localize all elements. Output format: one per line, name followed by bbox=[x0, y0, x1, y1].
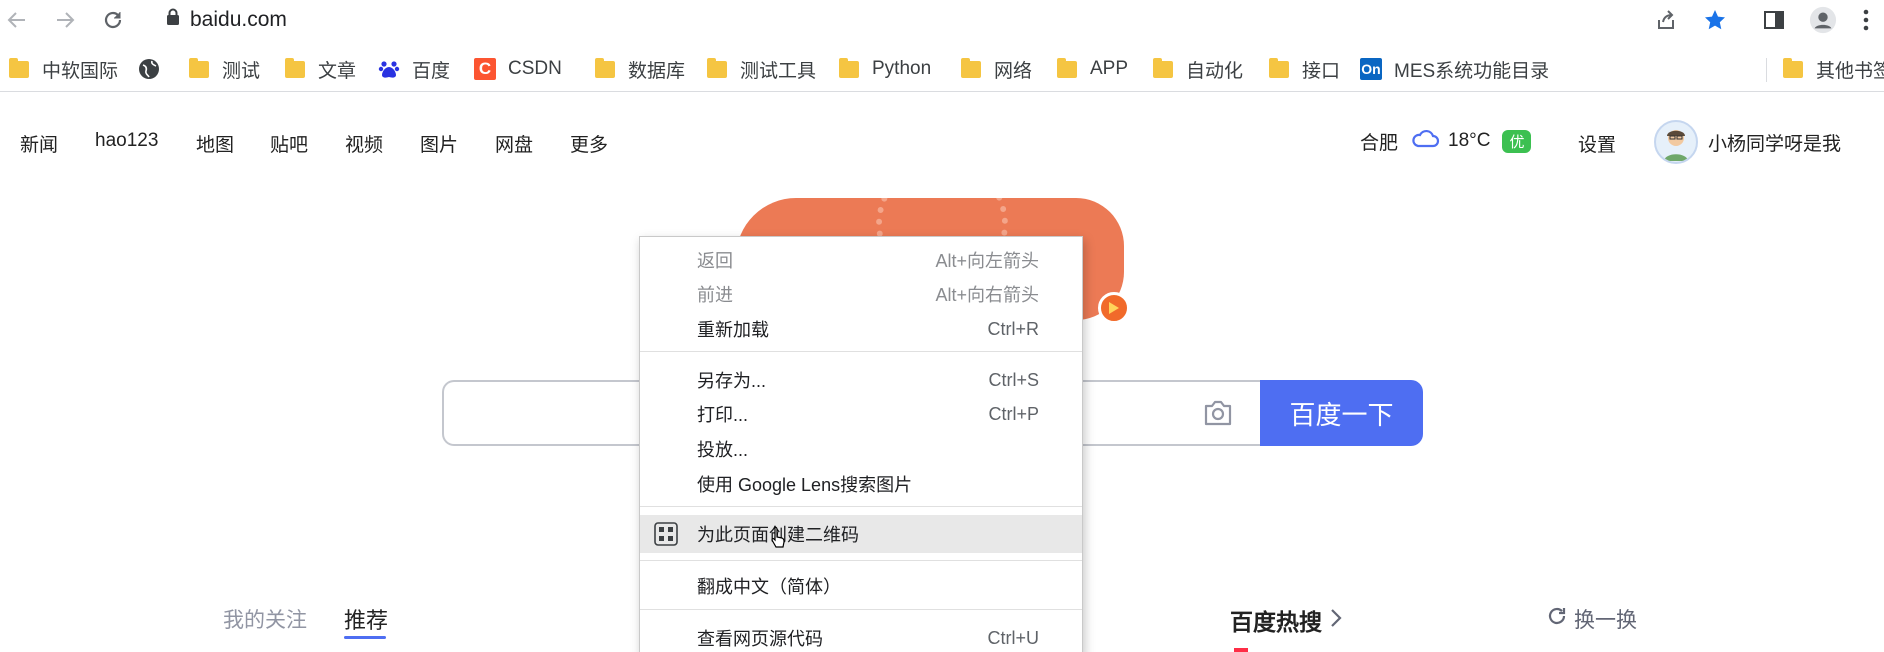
bookmarks-bar: 中软国际 测试 文章 百度 C CSDN 数据库 测试工具 Python 网络 bbox=[0, 46, 1884, 92]
weather-temp: 18°C bbox=[1448, 130, 1491, 151]
folder-icon bbox=[1268, 57, 1290, 80]
lock-icon bbox=[166, 8, 180, 32]
share-icon[interactable] bbox=[1652, 6, 1680, 34]
menu-separator bbox=[640, 560, 1082, 561]
bookmark-item[interactable]: 百度 bbox=[378, 56, 450, 82]
folder-icon bbox=[594, 57, 616, 80]
nav-more[interactable]: 更多 bbox=[570, 130, 608, 157]
hot-search-title[interactable]: 百度热搜 bbox=[1230, 603, 1342, 637]
menu-item-google-lens[interactable]: 使用 Google Lens搜索图片 bbox=[640, 467, 1082, 501]
menu-item-view-source[interactable]: 查看网页源代码 Ctrl+U bbox=[640, 621, 1082, 652]
bookmark-item[interactable]: 测试工具 bbox=[706, 56, 816, 82]
bookmark-item[interactable]: 测试 bbox=[188, 56, 260, 82]
profile-icon[interactable] bbox=[1809, 6, 1837, 34]
folder-icon bbox=[1056, 57, 1078, 80]
globe-icon bbox=[138, 58, 160, 80]
other-bookmarks[interactable]: 其他书签 bbox=[1782, 56, 1884, 82]
qr-code-icon bbox=[654, 522, 678, 546]
browser-toolbar: baidu.com bbox=[0, 0, 1884, 40]
menu-item-print[interactable]: 打印... Ctrl+P bbox=[640, 397, 1082, 431]
menu-item-translate[interactable]: 翻成中文（简体） bbox=[640, 569, 1082, 603]
address-bar[interactable]: baidu.com bbox=[166, 6, 287, 34]
bookmark-item[interactable]: 文章 bbox=[284, 56, 356, 82]
menu-item-back[interactable]: 返回 Alt+向左箭头 bbox=[640, 243, 1082, 277]
bookmark-item[interactable]: On MES系统功能目录 bbox=[1360, 56, 1549, 82]
bookmark-star-icon[interactable] bbox=[1701, 6, 1729, 34]
side-panel-icon[interactable] bbox=[1760, 6, 1788, 34]
cloud-icon bbox=[1410, 127, 1440, 155]
menu-item-reload[interactable]: 重新加载 Ctrl+R bbox=[640, 312, 1082, 346]
bookmark-item[interactable] bbox=[138, 56, 172, 82]
hot-rank-marker bbox=[1234, 648, 1248, 652]
tab-my-follow[interactable]: 我的关注 bbox=[223, 604, 307, 634]
nav-images[interactable]: 图片 bbox=[420, 130, 458, 157]
folder-icon bbox=[1782, 57, 1804, 80]
refresh-button[interactable]: 换一换 bbox=[1546, 604, 1637, 634]
refresh-icon bbox=[1546, 605, 1568, 633]
folder-icon bbox=[1152, 57, 1174, 80]
nav-news[interactable]: 新闻 bbox=[20, 130, 58, 157]
bookmark-item[interactable]: 网络 bbox=[960, 56, 1032, 82]
more-menu-icon[interactable] bbox=[1856, 6, 1876, 34]
nav-netdisk[interactable]: 网盘 bbox=[495, 130, 533, 157]
menu-item-create-qr[interactable]: 为此页面创建二维码 bbox=[640, 515, 1082, 553]
nav-hao123[interactable]: hao123 bbox=[95, 130, 158, 152]
nav-tieba[interactable]: 贴吧 bbox=[270, 130, 308, 157]
search-button[interactable]: 百度一下 bbox=[1260, 380, 1423, 446]
avatar bbox=[1654, 120, 1698, 164]
menu-item-save-as[interactable]: 另存为... Ctrl+S bbox=[640, 363, 1082, 397]
menu-item-cast[interactable]: 投放... bbox=[640, 432, 1082, 466]
baidu-paw-icon bbox=[378, 58, 400, 80]
bookmark-item[interactable]: APP bbox=[1056, 56, 1128, 82]
weather-city: 合肥 bbox=[1360, 132, 1399, 154]
bookmark-item[interactable]: 数据库 bbox=[594, 56, 685, 82]
csdn-icon: C bbox=[474, 58, 496, 80]
context-menu: 返回 Alt+向左箭头 前进 Alt+向右箭头 重新加载 Ctrl+R 另存为.… bbox=[639, 236, 1083, 652]
url-text: baidu.com bbox=[190, 8, 287, 31]
back-arrow-icon[interactable] bbox=[3, 6, 31, 34]
folder-icon bbox=[8, 57, 30, 80]
play-icon[interactable] bbox=[1098, 292, 1130, 324]
menu-separator bbox=[640, 609, 1082, 610]
nav-map[interactable]: 地图 bbox=[196, 130, 234, 157]
tab-active-indicator bbox=[344, 636, 386, 639]
bookmark-item[interactable]: 接口 bbox=[1268, 56, 1340, 82]
bookmarks-divider bbox=[1766, 58, 1767, 82]
tab-recommend[interactable]: 推荐 bbox=[344, 603, 388, 635]
chevron-right-icon bbox=[1330, 607, 1342, 634]
folder-icon bbox=[838, 57, 860, 80]
menu-separator bbox=[640, 506, 1082, 507]
camera-icon[interactable] bbox=[1202, 398, 1234, 428]
nav-video[interactable]: 视频 bbox=[345, 130, 383, 157]
bookmark-item[interactable]: C CSDN bbox=[474, 56, 562, 82]
mouse-cursor-icon bbox=[770, 525, 786, 554]
settings-link[interactable]: 设置 bbox=[1578, 130, 1616, 157]
on-icon: On bbox=[1360, 58, 1382, 80]
bookmark-item[interactable]: Python bbox=[838, 56, 931, 82]
menu-item-forward[interactable]: 前进 Alt+向右箭头 bbox=[640, 277, 1082, 311]
folder-icon bbox=[706, 57, 728, 80]
air-quality-badge: 优 bbox=[1502, 129, 1532, 153]
user-menu[interactable]: 小杨同学呀是我 bbox=[1654, 120, 1841, 164]
forward-arrow-icon[interactable] bbox=[51, 6, 79, 34]
user-name: 小杨同学呀是我 bbox=[1708, 133, 1842, 155]
folder-icon bbox=[188, 57, 210, 80]
weather-widget[interactable]: 合肥 18°C 优 bbox=[1360, 127, 1532, 155]
folder-icon bbox=[960, 57, 982, 80]
bookmark-item[interactable]: 自动化 bbox=[1152, 56, 1243, 82]
reload-icon[interactable] bbox=[99, 6, 127, 34]
bookmark-item[interactable]: 中软国际 bbox=[8, 56, 118, 82]
menu-separator bbox=[640, 351, 1082, 352]
folder-icon bbox=[284, 57, 306, 80]
